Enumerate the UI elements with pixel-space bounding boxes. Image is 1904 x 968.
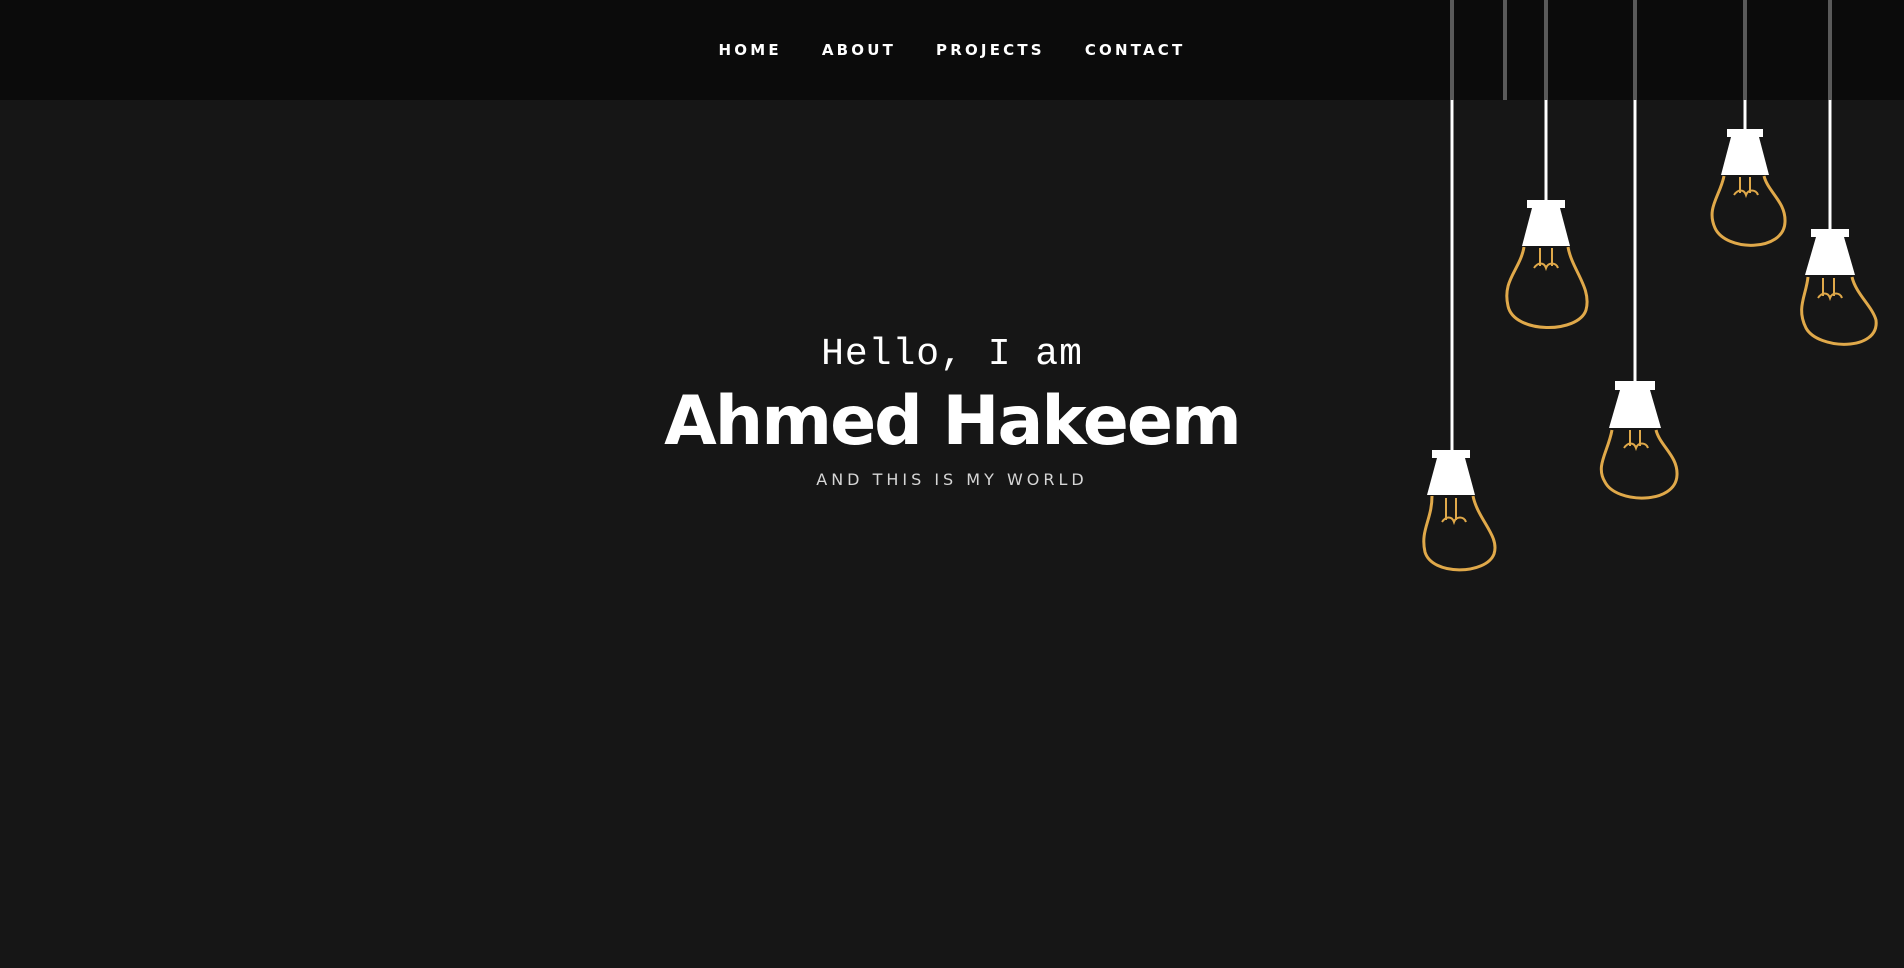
hero-tagline: AND THIS IS MY WORLD (816, 470, 1088, 489)
main-navigation: HOME ABOUT PROJECTS CONTACT (0, 0, 1904, 100)
hero-name: Ahmed Hakeem (664, 382, 1242, 461)
nav-home-link[interactable]: HOME (719, 41, 782, 59)
nav-about-link[interactable]: ABOUT (822, 41, 896, 59)
hero-greeting: Hello, I am (821, 333, 1083, 376)
landing-page: HOME ABOUT PROJECTS CONTACT Hello, I am … (0, 0, 1904, 968)
nav-contact-link[interactable]: CONTACT (1085, 41, 1186, 59)
hero-section: Hello, I am Ahmed Hakeem AND THIS IS MY … (0, 330, 1904, 489)
nav-projects-link[interactable]: PROJECTS (936, 41, 1045, 59)
